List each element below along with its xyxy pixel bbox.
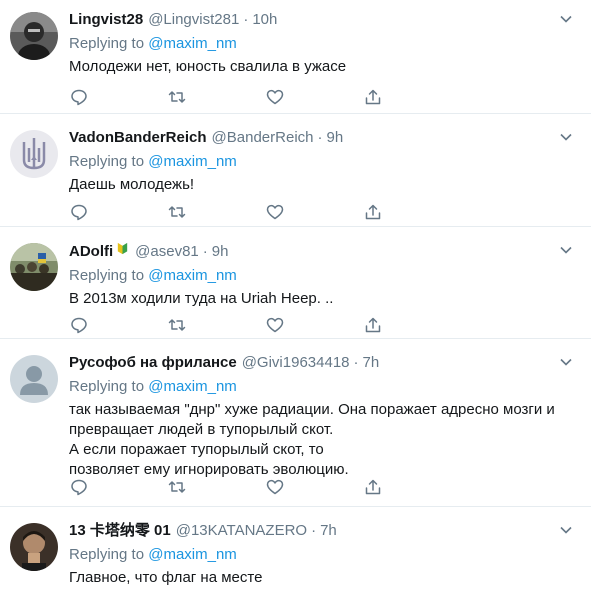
tweet[interactable]: 13 卡塔纳零 01 @13KATANAZERO · 7h Replying t… — [0, 507, 591, 607]
reply-icon[interactable] — [70, 316, 88, 334]
replying-to: Replying to @maxim_nm — [69, 377, 577, 397]
tweet-text-line: так называемая "днр" хуже радиации. Она … — [69, 401, 555, 418]
replying-to: Replying to @maxim_nm — [69, 266, 577, 286]
timestamp[interactable]: 7h — [363, 353, 380, 373]
tweet-text-line: А если поражает тупорылый скот, то — [69, 441, 324, 458]
replying-to-label: Replying to — [69, 267, 145, 284]
tweet[interactable]: Lingvist28 @Lingvist281 · 10h Replying t… — [0, 0, 591, 114]
timestamp[interactable]: 7h — [320, 521, 337, 541]
chevron-down-icon[interactable] — [559, 130, 573, 144]
tweet-text-line: В 2013м ходили туда на Uriah Heep. .. — [69, 290, 334, 307]
tweet[interactable]: Русофоб на фрилансе @Givi19634418 · 7h R… — [0, 339, 591, 507]
reply-to-link[interactable]: @maxim_nm — [148, 546, 237, 563]
share-icon[interactable] — [364, 88, 382, 106]
reply-icon[interactable] — [70, 88, 88, 106]
replying-to: Replying to @maxim_nm — [69, 34, 577, 54]
reply-to-link[interactable]: @maxim_nm — [148, 267, 237, 284]
display-name[interactable]: ADolfi — [69, 242, 113, 262]
tweet[interactable]: ADolfi @asev81 · 9h Replying to @maxim_n… — [0, 227, 591, 339]
avatar[interactable] — [10, 523, 58, 571]
replying-to-label: Replying to — [69, 153, 145, 170]
chevron-down-icon[interactable] — [559, 243, 573, 257]
reply-to-link[interactable]: @maxim_nm — [148, 153, 237, 170]
user-handle[interactable]: @Givi19634418 — [242, 353, 350, 373]
avatar-photo-crowd-icon — [10, 243, 58, 291]
retweet-icon[interactable] — [168, 88, 186, 106]
display-name[interactable]: Lingvist28 — [69, 10, 143, 30]
tweet-text: В 2013м ходили туда на Uriah Heep. .. — [69, 289, 577, 309]
tweet-actions — [70, 478, 462, 496]
display-name[interactable]: 13 卡塔纳零 01 — [69, 521, 171, 541]
like-heart-icon[interactable] — [266, 316, 284, 334]
like-heart-icon[interactable] — [266, 203, 284, 221]
tweet-text-line: Молодежи нет, юность свалила в ужасе — [69, 58, 347, 75]
default-avatar-icon — [10, 355, 58, 403]
chevron-down-icon[interactable] — [559, 12, 573, 26]
user-handle[interactable]: @asev81 — [135, 242, 199, 262]
user-handle[interactable]: @13KATANAZERO — [176, 521, 307, 541]
display-name[interactable]: Русофоб на фрилансе — [69, 353, 237, 373]
retweet-icon[interactable] — [168, 316, 186, 334]
share-icon[interactable] — [364, 316, 382, 334]
separator-dot: · — [202, 243, 208, 260]
tweet[interactable]: VadonBanderReich @BanderReich · 9h Reply… — [0, 114, 591, 227]
reply-icon[interactable] — [70, 203, 88, 221]
avatar[interactable] — [10, 130, 58, 178]
avatar-photo-person-icon — [10, 12, 58, 60]
timestamp[interactable]: 9h — [327, 128, 344, 148]
tweet-text: так называемая "днр" хуже радиации. Она … — [69, 400, 577, 480]
like-heart-icon[interactable] — [266, 88, 284, 106]
replying-to-label: Replying to — [69, 546, 145, 563]
replying-to-label: Replying to — [69, 378, 145, 395]
replying-to-label: Replying to — [69, 35, 145, 52]
chevron-down-icon[interactable] — [559, 355, 573, 369]
share-icon[interactable] — [364, 478, 382, 496]
separator-dot: · — [317, 129, 323, 146]
separator-dot: · — [243, 11, 249, 28]
user-handle[interactable]: @BanderReich — [212, 128, 314, 148]
reply-icon[interactable] — [70, 478, 88, 496]
retweet-icon[interactable] — [168, 478, 186, 496]
display-name[interactable]: VadonBanderReich — [69, 128, 207, 148]
like-heart-icon[interactable] — [266, 478, 284, 496]
avatar-photo-person-icon — [10, 523, 58, 571]
timestamp[interactable]: 10h — [252, 10, 277, 30]
tweet-replies-feed: Lingvist28 @Lingvist281 · 10h Replying t… — [0, 0, 591, 607]
share-icon[interactable] — [364, 203, 382, 221]
retweet-icon[interactable] — [168, 203, 186, 221]
tweet-actions — [70, 88, 462, 106]
timestamp[interactable]: 9h — [212, 242, 229, 262]
separator-dot: · — [353, 354, 359, 371]
tweet-text-line: позволяет ему игнорировать эволюцию. — [69, 461, 349, 478]
replying-to: Replying to @maxim_nm — [69, 152, 577, 172]
tweet-text: Молодежи нет, юность свалила в ужасе — [69, 57, 577, 77]
chevron-down-icon[interactable] — [559, 523, 573, 537]
trident-emblem-icon — [10, 130, 58, 178]
tweet-text-line: превращает людей в тупорылый скот. — [69, 421, 334, 438]
tweet-text-line: Даешь молодежь! — [69, 176, 195, 193]
beginner-mark-icon — [117, 242, 128, 255]
avatar[interactable] — [10, 355, 58, 403]
tweet-text: Даешь молодежь! — [69, 175, 577, 195]
reply-to-link[interactable]: @maxim_nm — [148, 378, 237, 395]
separator-dot: · — [311, 522, 317, 539]
user-handle[interactable]: @Lingvist281 — [148, 10, 239, 30]
avatar[interactable] — [10, 12, 58, 60]
tweet-actions — [70, 316, 462, 334]
tweet-text-line: Главное, что флаг на месте — [69, 569, 263, 586]
tweet-actions — [70, 203, 462, 221]
reply-to-link[interactable]: @maxim_nm — [148, 35, 237, 52]
avatar[interactable] — [10, 243, 58, 291]
replying-to: Replying to @maxim_nm — [69, 545, 577, 565]
tweet-text: Главное, что флаг на месте — [69, 568, 577, 588]
